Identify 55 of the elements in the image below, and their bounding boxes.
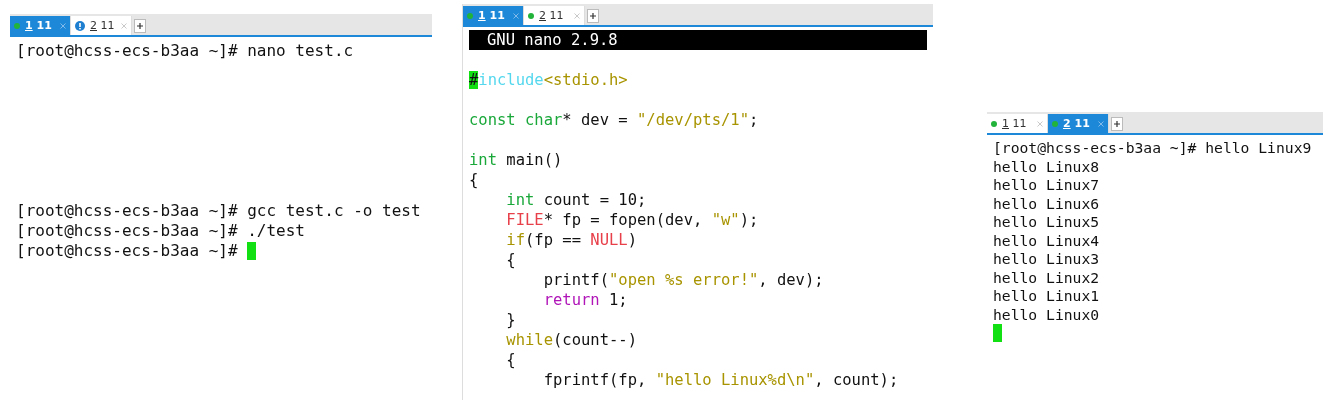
terminal-tab[interactable]: 1 11 <box>987 114 1048 133</box>
terminal-tab[interactable]: 2 11 <box>524 6 585 25</box>
terminal-line: hello Linux6 <box>993 194 1100 213</box>
info-icon <box>75 20 85 31</box>
status-dot-icon <box>14 22 20 29</box>
tab-label: 1 11 <box>1002 117 1028 130</box>
status-dot-icon <box>467 12 473 19</box>
terminal-line: int count = 10; <box>505 190 647 210</box>
status-dot-icon <box>1052 120 1058 127</box>
close-icon[interactable] <box>1037 120 1043 127</box>
status-dot-icon <box>991 120 997 127</box>
terminal-line: [root@hcss-ecs-b3aa ~]# <box>16 241 238 261</box>
close-icon[interactable] <box>60 22 66 29</box>
terminal-tab[interactable]: 2 11 <box>1048 114 1109 133</box>
terminal-line: { <box>505 250 516 270</box>
terminal-line: if(fp == NULL) <box>505 230 637 250</box>
terminal-line: } <box>505 310 516 330</box>
close-icon[interactable] <box>574 12 580 19</box>
terminal-tab[interactable]: 1 11 <box>463 6 524 25</box>
new-tab-icon[interactable] <box>587 9 599 23</box>
terminal-line: { <box>505 350 516 370</box>
tab-label: 1 11 <box>478 9 506 22</box>
terminal-line: hello Linux3 <box>993 250 1100 269</box>
terminal-line: [root@hcss-ecs-b3aa ~]# nano test.c <box>16 41 354 61</box>
tab-label: 2 11 <box>539 9 565 22</box>
terminal-line: FILE* fp = fopen(dev, "w"); <box>505 210 759 230</box>
tab-label: 2 11 <box>1063 117 1091 130</box>
terminal-line: return 1; <box>542 290 628 310</box>
new-tab-icon[interactable] <box>134 19 146 33</box>
terminal-line: [root@hcss-ecs-b3aa ~]# hello Linux9 <box>993 139 1312 158</box>
terminal-line: hello Linux1 <box>993 287 1100 306</box>
terminal-line: hello Linux0 <box>993 305 1100 324</box>
terminal-line: { <box>469 170 479 190</box>
editor-header: GNU nano 2.9.8 <box>469 30 927 50</box>
terminal-line: hello Linux5 <box>993 213 1100 232</box>
tab-label: 2 11 <box>90 19 116 32</box>
terminal-line: int main() <box>469 150 563 170</box>
terminal-line: hello Linux7 <box>993 176 1100 195</box>
terminal-line: hello Linux2 <box>993 268 1100 287</box>
terminal-line: const char* dev = "/dev/pts/1"; <box>469 110 759 130</box>
terminal-line: [root@hcss-ecs-b3aa ~]# gcc test.c -o test <box>16 201 421 221</box>
terminal-line: hello Linux8 <box>993 157 1100 176</box>
terminal-line: while(count--) <box>505 330 637 350</box>
new-tab-icon[interactable] <box>1111 117 1123 131</box>
terminal-line: [root@hcss-ecs-b3aa ~]# ./test <box>16 221 305 241</box>
terminal-line: hello Linux4 <box>993 231 1100 250</box>
terminal-tab[interactable]: 1 11 <box>10 16 71 35</box>
terminal-tab[interactable]: 2 11 <box>71 16 132 35</box>
terminal-line: printf("open %s error!", dev); <box>542 270 824 290</box>
close-icon[interactable] <box>513 12 519 19</box>
terminal-line: fprintf(fp, "hello Linux%d\n", count); <box>542 370 899 390</box>
status-dot-icon <box>528 12 534 19</box>
close-icon[interactable] <box>1098 120 1104 127</box>
tab-label: 1 11 <box>25 19 53 32</box>
close-icon[interactable] <box>121 22 127 29</box>
